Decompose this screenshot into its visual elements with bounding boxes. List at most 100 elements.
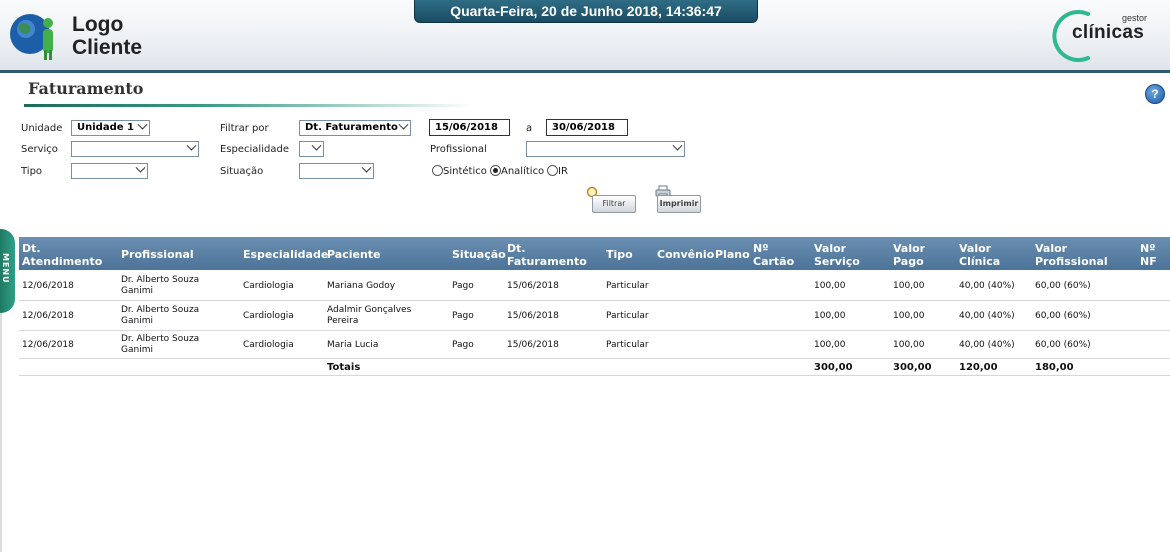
filtrar-por-select[interactable]: Dt. Faturamento bbox=[299, 119, 411, 136]
totals-label: Totais bbox=[327, 362, 361, 373]
table-header: Dt. Atendimento Profissional Especialidad… bbox=[19, 237, 1170, 270]
print-button[interactable]: Imprimir bbox=[657, 195, 701, 213]
profissional-label: Profissional bbox=[430, 144, 487, 155]
chevron-down-icon bbox=[398, 119, 409, 130]
radio-sintetico-label: Sintético bbox=[443, 166, 487, 177]
cell-valor-servico: 100,00 bbox=[814, 311, 846, 321]
cell-especialidade: Cardiologia bbox=[243, 340, 294, 350]
menu-tab[interactable]: MENU bbox=[0, 229, 15, 313]
cell-valor-pago: 100,00 bbox=[893, 340, 925, 350]
header-divider bbox=[0, 70, 1170, 73]
servico-select[interactable] bbox=[71, 140, 199, 157]
filtrar-por-label: Filtrar por bbox=[220, 123, 269, 134]
radio-ir-label: IR bbox=[558, 166, 568, 177]
col-header-convenio[interactable]: Convênio bbox=[657, 248, 714, 261]
title-underline bbox=[24, 104, 474, 107]
chevron-down-icon bbox=[361, 162, 372, 173]
date-from-input[interactable]: 15/06/2018 bbox=[429, 119, 510, 136]
cell-paciente: Adalmir Gonçalves Pereira bbox=[327, 305, 412, 326]
servico-label: Serviço bbox=[21, 144, 58, 155]
cell-paciente: Maria Lucia bbox=[327, 340, 379, 350]
chevron-down-icon bbox=[135, 162, 146, 173]
cell-valor-profissional: 60,00 (60%) bbox=[1035, 340, 1091, 350]
filtrar-por-value: Dt. Faturamento bbox=[305, 122, 398, 133]
chevron-down-icon bbox=[137, 119, 148, 130]
radio-analitico-label: Analítico bbox=[501, 166, 545, 177]
table-row[interactable]: 12/06/2018 Dr. Alberto Souza Ganimi Cardi… bbox=[19, 301, 1170, 331]
cell-valor-pago: 100,00 bbox=[893, 281, 925, 291]
logo-line-2: Cliente bbox=[72, 36, 143, 59]
page-title: Faturamento bbox=[28, 79, 144, 98]
situacao-select[interactable] bbox=[299, 162, 374, 179]
cell-dt-atendimento: 12/06/2018 bbox=[22, 311, 74, 321]
radio-analitico[interactable] bbox=[490, 165, 501, 176]
situacao-label: Situação bbox=[220, 166, 264, 177]
totals-row: Totais 300,00 300,00 120,00 180,00 bbox=[19, 359, 1170, 376]
cell-profissional: Dr. Alberto Souza Ganimi bbox=[121, 334, 200, 355]
logo-line-1: Logo bbox=[72, 13, 124, 36]
help-icon[interactable]: ? bbox=[1145, 84, 1165, 104]
col-header-valor-profissional[interactable]: Valor Profissional bbox=[1035, 242, 1108, 268]
col-header-dt-faturamento[interactable]: Dt. Faturamento bbox=[507, 242, 587, 268]
radio-sintetico[interactable] bbox=[432, 165, 443, 176]
cell-paciente: Mariana Godoy bbox=[327, 281, 396, 291]
cell-valor-clinica: 40,00 (40%) bbox=[959, 281, 1015, 291]
chevron-down-icon bbox=[672, 140, 683, 151]
cell-valor-pago: 100,00 bbox=[893, 311, 925, 321]
cell-valor-profissional: 60,00 (60%) bbox=[1035, 311, 1091, 321]
cell-dt-faturamento: 15/06/2018 bbox=[507, 340, 559, 350]
cell-especialidade: Cardiologia bbox=[243, 281, 294, 291]
brand-big-text: clínicas bbox=[1072, 22, 1145, 43]
tipo-label: Tipo bbox=[21, 166, 43, 177]
tipo-select[interactable] bbox=[71, 162, 148, 179]
cell-profissional: Dr. Alberto Souza Ganimi bbox=[121, 305, 200, 326]
unidade-value: Unidade 1 bbox=[77, 122, 134, 133]
cell-valor-servico: 100,00 bbox=[814, 340, 846, 350]
cell-especialidade: Cardiologia bbox=[243, 311, 294, 321]
cell-dt-atendimento: 12/06/2018 bbox=[22, 340, 74, 350]
cell-dt-atendimento: 12/06/2018 bbox=[22, 281, 74, 291]
date-separator: a bbox=[526, 123, 533, 134]
col-header-valor-servico[interactable]: Valor Serviço bbox=[814, 242, 860, 268]
cell-dt-faturamento: 15/06/2018 bbox=[507, 311, 559, 321]
col-header-paciente[interactable]: Paciente bbox=[327, 248, 381, 261]
total-valor-servico: 300,00 bbox=[814, 362, 853, 373]
col-header-plano[interactable]: Plano bbox=[715, 248, 750, 261]
cell-tipo: Particular bbox=[606, 311, 649, 321]
total-valor-pago: 300,00 bbox=[893, 362, 932, 373]
cell-dt-faturamento: 15/06/2018 bbox=[507, 281, 559, 291]
menu-tab-label: MENU bbox=[1, 253, 10, 284]
unidade-select[interactable]: Unidade 1 bbox=[71, 119, 150, 136]
cell-tipo: Particular bbox=[606, 281, 649, 291]
col-header-valor-clinica[interactable]: Valor Clínica bbox=[959, 242, 1000, 268]
total-valor-clinica: 120,00 bbox=[959, 362, 998, 373]
especialidade-select[interactable] bbox=[299, 140, 324, 157]
col-header-tipo[interactable]: Tipo bbox=[606, 248, 633, 261]
table-row[interactable]: 12/06/2018 Dr. Alberto Souza Ganimi Cardi… bbox=[19, 271, 1170, 301]
col-header-profissional[interactable]: Profissional bbox=[121, 248, 194, 261]
col-header-especialidade[interactable]: Especialidade bbox=[243, 248, 328, 261]
client-logo-text: Logo Cliente bbox=[72, 13, 142, 59]
date-to-input[interactable]: 30/06/2018 bbox=[546, 119, 628, 136]
col-header-nf[interactable]: Nº NF bbox=[1140, 242, 1157, 268]
table-row[interactable]: 12/06/2018 Dr. Alberto Souza Ganimi Cardi… bbox=[19, 331, 1170, 359]
profissional-select[interactable] bbox=[526, 140, 685, 157]
col-header-situacao[interactable]: Situação bbox=[452, 248, 506, 261]
total-valor-profissional: 180,00 bbox=[1035, 362, 1074, 373]
especialidade-label: Especialidade bbox=[220, 144, 289, 155]
datetime-display: Quarta-Feira, 20 de Junho 2018, 14:36:47 bbox=[414, 0, 758, 23]
chevron-down-icon bbox=[186, 140, 197, 151]
cell-situacao: Pago bbox=[452, 311, 474, 321]
cell-valor-servico: 100,00 bbox=[814, 281, 846, 291]
client-logo-icon bbox=[10, 14, 53, 60]
col-header-valor-pago[interactable]: Valor Pago bbox=[893, 242, 925, 268]
cell-tipo: Particular bbox=[606, 340, 649, 350]
cell-situacao: Pago bbox=[452, 340, 474, 350]
col-header-cartao[interactable]: Nº Cartão bbox=[753, 242, 794, 268]
radio-ir[interactable] bbox=[547, 165, 558, 176]
cell-situacao: Pago bbox=[452, 281, 474, 291]
cell-valor-clinica: 40,00 (40%) bbox=[959, 311, 1015, 321]
cell-profissional: Dr. Alberto Souza Ganimi bbox=[121, 275, 200, 296]
col-header-dt-atendimento[interactable]: Dt. Atendimento bbox=[22, 242, 102, 268]
filter-button[interactable]: Filtrar bbox=[592, 195, 636, 213]
